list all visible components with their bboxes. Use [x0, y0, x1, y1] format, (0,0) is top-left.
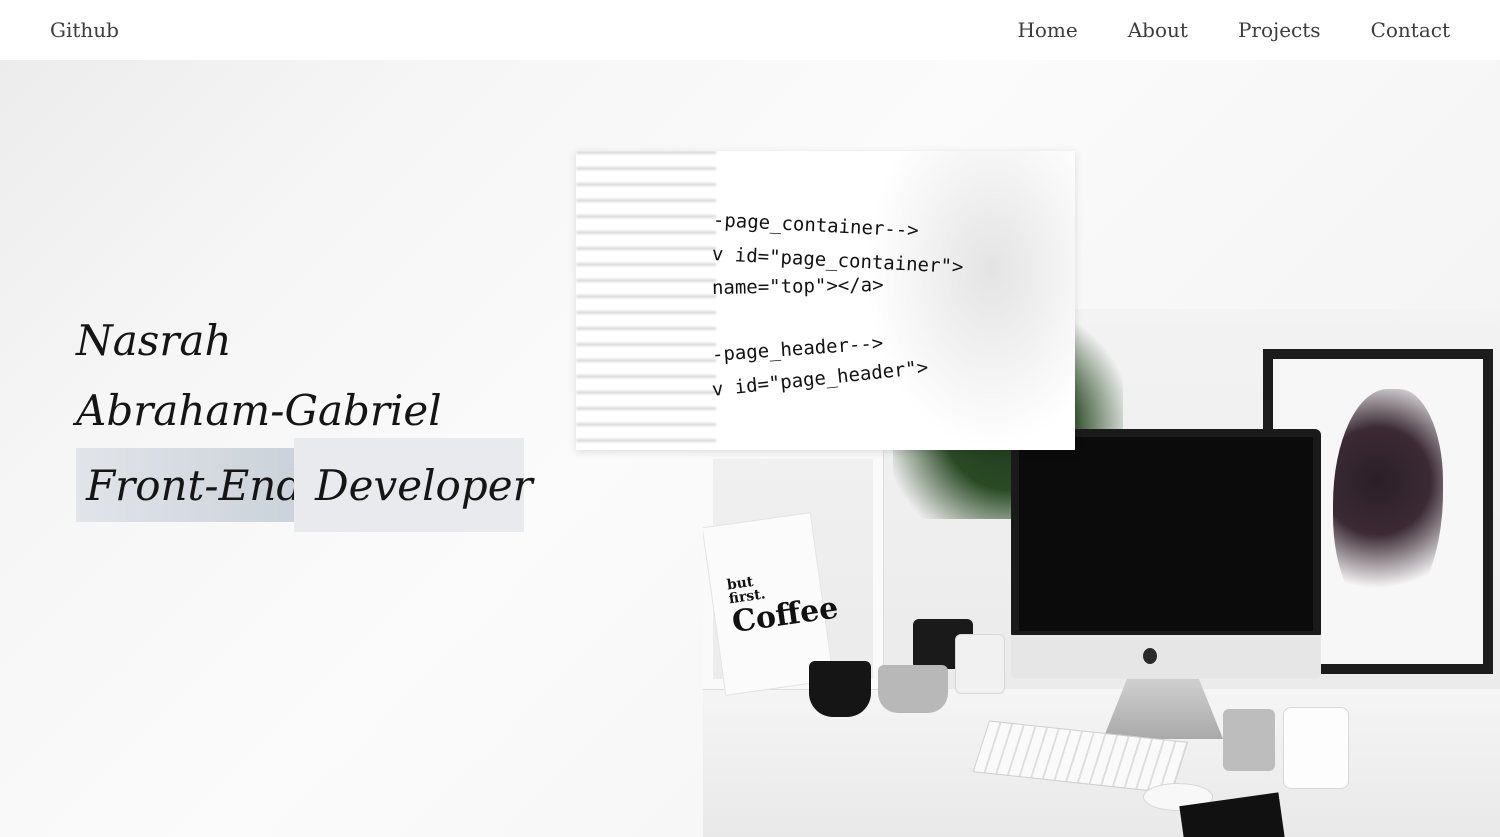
code-screenshot-image: -page_container--> v id="page_container"… — [576, 151, 1075, 450]
role-front-end: Front-End — [76, 448, 303, 522]
photo-mug — [1283, 707, 1349, 789]
hero-last-name: Abraham-Gabriel — [76, 386, 442, 435]
github-link[interactable]: Github — [50, 18, 119, 42]
code-blur-left — [576, 151, 716, 450]
nav-home-link[interactable]: Home — [1017, 18, 1077, 42]
photo-black-pot — [809, 661, 871, 717]
code-line: name="top"></a> — [711, 274, 884, 299]
photo-concrete-pot — [878, 665, 948, 713]
photo-imac-chin — [1011, 635, 1321, 679]
code-line: -page_header--> — [711, 332, 884, 366]
photo-marble-holder — [955, 634, 1005, 694]
top-navbar: Github Home About Projects Contact — [0, 0, 1500, 60]
nav-projects-link[interactable]: Projects — [1238, 18, 1321, 42]
role-developer: Developer — [294, 438, 533, 532]
nav-contact-link[interactable]: Contact — [1371, 18, 1450, 42]
photo-ink-artwork — [1333, 389, 1443, 619]
code-blur-right — [866, 151, 1075, 450]
nav-about-link[interactable]: About — [1128, 18, 1188, 42]
photo-pencil-cup — [1223, 709, 1275, 771]
nav-links: Home About Projects Contact — [1017, 18, 1450, 42]
photo-imac-screen — [1011, 429, 1321, 639]
hero-first-name: Nasrah — [76, 316, 232, 365]
hero-role: Front-End Developer — [76, 438, 533, 546]
hero-intro: Nasrah Abraham-Gabriel Front-End Develop… — [76, 306, 533, 546]
apple-logo-icon — [1143, 648, 1157, 664]
